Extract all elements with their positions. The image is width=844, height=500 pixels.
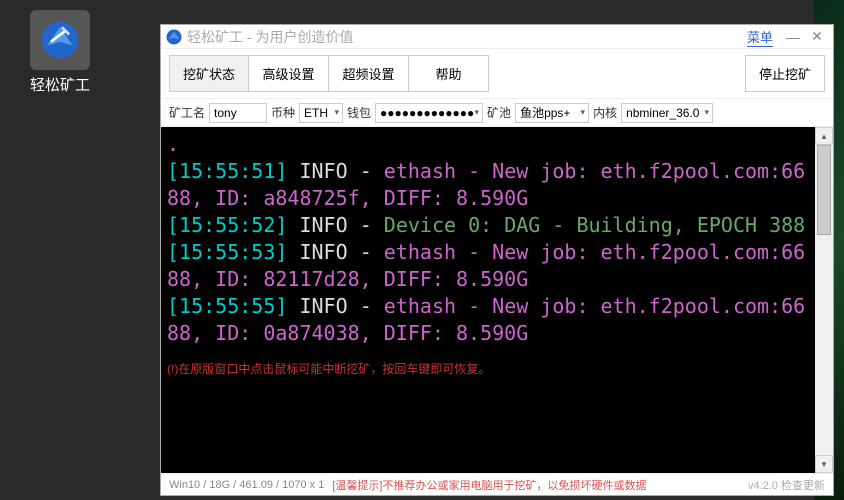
log-timestamp: [15:55:53] <box>167 240 287 264</box>
titlebar-app-icon <box>165 28 183 46</box>
tab-advanced-settings[interactable]: 高级设置 <box>249 55 329 92</box>
version-check-update[interactable]: v4.2.0 检查更新 <box>748 477 825 493</box>
close-button[interactable]: ✕ <box>805 28 829 45</box>
system-info: Win10 / 18G / 461.09 / 1070 x 1 <box>169 479 324 491</box>
tab-mining-status[interactable]: 挖矿状态 <box>169 55 249 92</box>
menu-button[interactable]: 菜单 <box>747 27 773 47</box>
status-hint: [温馨提示]不推荐办公或家用电脑用于挖矿，以免损坏硬件或数据 <box>332 477 646 493</box>
scrollbar: ▴ ▾ <box>815 127 833 473</box>
titlebar: 轻松矿工 - 为用户创造价值 菜单 — ✕ <box>161 25 833 49</box>
log-timestamp: [15:55:51] <box>167 159 287 183</box>
app-window: 轻松矿工 - 为用户创造价值 菜单 — ✕ 挖矿状态 高级设置 超频设置 帮助 … <box>160 24 834 496</box>
minimize-button[interactable]: — <box>781 29 805 45</box>
app-icon <box>30 10 90 70</box>
log-warning: (!)在原版窗口中点击鼠标可能中断挖矿，按回车键即可恢复。 <box>167 361 809 377</box>
pool-select[interactable]: 鱼池pps+ <box>515 103 589 123</box>
statusbar: Win10 / 18G / 461.09 / 1070 x 1 [温馨提示]不推… <box>161 473 833 495</box>
scroll-thumb[interactable] <box>817 145 831 235</box>
config-row: 矿工名 币种 ETH 钱包 ●●●●●●●●●●●●● 矿池 鱼池pps+ 内核… <box>161 99 833 127</box>
desktop-shortcut-label: 轻松矿工 <box>10 74 110 95</box>
tab-help[interactable]: 帮助 <box>409 55 489 92</box>
stop-mining-button[interactable]: 停止挖矿 <box>745 55 825 92</box>
desktop-shortcut[interactable]: 轻松矿工 <box>10 10 110 95</box>
miner-name-label: 矿工名 <box>169 104 205 121</box>
scroll-down-button[interactable]: ▾ <box>815 455 833 473</box>
scroll-up-button[interactable]: ▴ <box>815 127 833 145</box>
miner-name-input[interactable] <box>209 103 267 123</box>
log-output[interactable]: . [15:55:51] INFO - ethash - New job: et… <box>161 127 815 473</box>
coin-label: 币种 <box>271 104 295 121</box>
log-timestamp: [15:55:52] <box>167 213 287 237</box>
terminal-area: . [15:55:51] INFO - ethash - New job: et… <box>161 127 833 473</box>
tab-overclock-settings[interactable]: 超频设置 <box>329 55 409 92</box>
wallet-label: 钱包 <box>347 104 371 121</box>
coin-select[interactable]: ETH <box>299 103 343 123</box>
kernel-select[interactable]: nbminer_36.0 <box>621 103 713 123</box>
log-timestamp: [15:55:55] <box>167 294 287 318</box>
scroll-track[interactable] <box>815 145 833 455</box>
pool-label: 矿池 <box>487 104 511 121</box>
toolbar: 挖矿状态 高级设置 超频设置 帮助 停止挖矿 <box>161 49 833 99</box>
log-message: Device 0: DAG - Building, EPOCH 388 <box>384 213 805 237</box>
window-title: 轻松矿工 - 为用户创造价值 <box>187 27 747 47</box>
wallet-select[interactable]: ●●●●●●●●●●●●● <box>375 103 483 123</box>
kernel-label: 内核 <box>593 104 617 121</box>
